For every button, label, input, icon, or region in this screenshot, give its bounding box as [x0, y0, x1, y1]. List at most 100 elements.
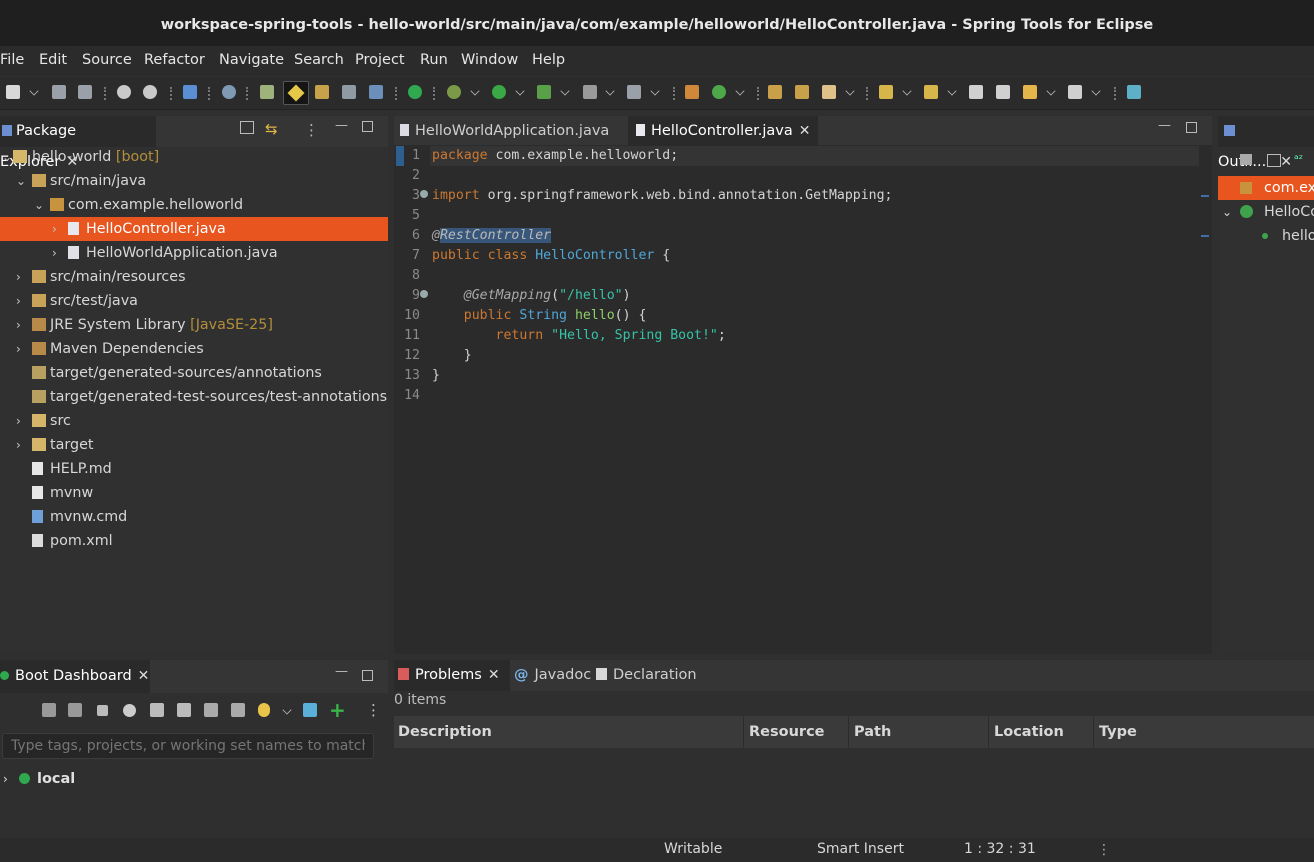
code-text[interactable]: public class HelloController { [432, 246, 670, 266]
column-path[interactable]: Path [848, 716, 988, 748]
tree-item-pom-xml[interactable]: pom.xml [0, 529, 388, 553]
tree-item-generated-test-sources[interactable]: target/generated-test-sources/test-annot… [0, 385, 388, 409]
block-selection-icon[interactable] [315, 85, 329, 99]
debug-icon[interactable] [447, 85, 461, 99]
close-icon[interactable]: ✕ [138, 668, 150, 684]
tab-problems[interactable]: Problems ✕ [394, 660, 510, 691]
open-perspective-icon[interactable] [1127, 85, 1141, 99]
back-dropdown-icon[interactable] [1046, 86, 1056, 96]
tree-item-src-test-java[interactable]: › src/test/java [0, 289, 388, 313]
chevron-down-icon[interactable]: ⌄ [34, 193, 44, 217]
menu-edit[interactable]: Edit [39, 52, 67, 68]
chevron-right-icon[interactable]: › [52, 217, 62, 241]
code-line[interactable]: 1 package com.example.helloworld; [394, 146, 1212, 166]
chevron-down-icon[interactable]: ⌄ [16, 169, 26, 193]
chevron-right-icon[interactable]: › [52, 241, 62, 265]
menu-help[interactable]: Help [532, 52, 565, 68]
tree-item-jre-system-library[interactable]: › JRE System Library [JavaSE-25] [0, 313, 388, 337]
chevron-right-icon[interactable]: › [16, 289, 26, 313]
add-icon[interactable]: + [329, 698, 346, 722]
menu-run[interactable]: Run [420, 52, 448, 68]
code-line[interactable]: 7 public class HelloController { [394, 246, 1212, 266]
new-java-class-icon[interactable] [712, 85, 726, 99]
undo-icon[interactable] [117, 85, 131, 99]
tree-item-package[interactable]: ⌄ com.example.helloworld [0, 193, 388, 217]
fold-icon[interactable] [420, 190, 428, 198]
highlight-dropdown-icon[interactable] [845, 86, 855, 96]
menu-source[interactable]: Source [82, 52, 132, 68]
redo-icon[interactable] [143, 85, 157, 99]
maximize-icon[interactable] [1186, 122, 1197, 133]
show-whitespace-icon[interactable] [369, 85, 383, 99]
last-edit-location-icon[interactable] [969, 85, 983, 99]
edit-icon[interactable] [204, 703, 218, 717]
open-browser-icon[interactable] [231, 703, 245, 717]
chevron-down-icon[interactable]: ⌄ [1222, 200, 1232, 224]
coverage-dropdown-icon[interactable] [560, 86, 570, 96]
lightbulb-icon[interactable] [258, 703, 270, 717]
new-dropdown-icon[interactable] [29, 86, 39, 96]
code-text[interactable]: return "Hello, Spring Boot!"; [432, 326, 726, 346]
close-icon[interactable]: ✕ [488, 667, 500, 683]
chevron-right-icon[interactable]: › [16, 265, 26, 289]
word-wrap-icon[interactable] [342, 85, 356, 99]
chevron-down-icon[interactable]: ⌄ [2, 145, 12, 169]
boot-dashboard-item-local[interactable]: › local [0, 767, 388, 791]
open-task-icon[interactable] [795, 85, 809, 99]
menu-refactor[interactable]: Refactor [144, 52, 205, 68]
forward-dropdown-icon[interactable] [1091, 86, 1101, 96]
tree-item-src-main-resources[interactable]: › src/main/resources [0, 265, 388, 289]
external-tools-dropdown-icon[interactable] [650, 86, 660, 96]
next-annotation-dropdown-icon[interactable] [902, 86, 912, 96]
tab-declaration[interactable]: Declaration [596, 660, 697, 691]
close-icon[interactable]: ✕ [1280, 154, 1292, 170]
coverage-icon[interactable] [537, 85, 551, 99]
outline-item-method[interactable]: hello [1218, 224, 1314, 248]
stop-dropdown-icon[interactable] [605, 86, 615, 96]
terminal-icon[interactable] [183, 85, 197, 99]
tree-item-mvnw-cmd[interactable]: mvnw.cmd [0, 505, 388, 529]
boot-dashboard-filter-input[interactable] [2, 733, 374, 759]
chevron-right-icon[interactable]: › [16, 433, 26, 457]
external-tools-icon[interactable] [627, 85, 641, 99]
code-line[interactable]: 11 return "Hello, Spring Boot!"; [394, 326, 1212, 346]
tree-item-src[interactable]: › src [0, 409, 388, 433]
tab-helloworldapplication[interactable]: HelloWorldApplication.java [400, 116, 609, 147]
tab-javadoc[interactable]: @ Javadoc [514, 660, 591, 691]
code-text[interactable]: @RestController [432, 226, 552, 246]
back-icon[interactable] [1023, 85, 1037, 99]
overview-ruler-mark[interactable] [1201, 195, 1209, 197]
open-type-hierarchy-icon[interactable] [768, 85, 782, 99]
new-icon[interactable] [6, 85, 20, 99]
menu-project[interactable]: Project [355, 52, 405, 68]
code-line[interactable]: 8 [394, 266, 1212, 286]
sort-icon[interactable]: ᵃᶻ [1294, 152, 1303, 166]
open-console-icon[interactable] [150, 703, 164, 717]
column-resource[interactable]: Resource [743, 716, 848, 748]
link-with-editor-icon[interactable]: ⇆ [265, 120, 278, 138]
new-class-dropdown-icon[interactable] [735, 86, 745, 96]
run-icon[interactable] [492, 85, 506, 99]
maximize-icon[interactable] [362, 670, 373, 681]
code-line[interactable]: 5 [394, 206, 1212, 226]
close-icon[interactable]: ✕ [799, 123, 811, 139]
minimize-icon[interactable]: — [1158, 118, 1171, 133]
column-description[interactable]: Description [394, 716, 746, 748]
toggle-mark-occurrences-icon[interactable] [283, 81, 309, 105]
tree-item-target[interactable]: › target [0, 433, 388, 457]
lightbulb-dropdown-icon[interactable] [282, 705, 292, 715]
tab-boot-dashboard[interactable]: Boot Dashboard ✕ [0, 660, 150, 693]
overview-ruler-mark[interactable] [1201, 235, 1209, 237]
tree-item-generated-sources[interactable]: target/generated-sources/annotations [0, 361, 388, 385]
column-type[interactable]: Type [1093, 716, 1314, 748]
open-type-icon[interactable] [260, 85, 274, 99]
collapse-all-icon[interactable] [240, 121, 254, 134]
menu-window[interactable]: Window [461, 52, 518, 68]
chevron-right-icon[interactable]: › [16, 409, 26, 433]
next-edit-location-icon[interactable] [996, 85, 1010, 99]
boot-start-icon[interactable] [408, 85, 422, 99]
minimize-icon[interactable]: — [335, 118, 348, 133]
menu-file[interactable]: File [0, 52, 24, 68]
code-line[interactable]: 9 @GetMapping("/hello") [394, 286, 1212, 306]
column-location[interactable]: Location [988, 716, 1093, 748]
